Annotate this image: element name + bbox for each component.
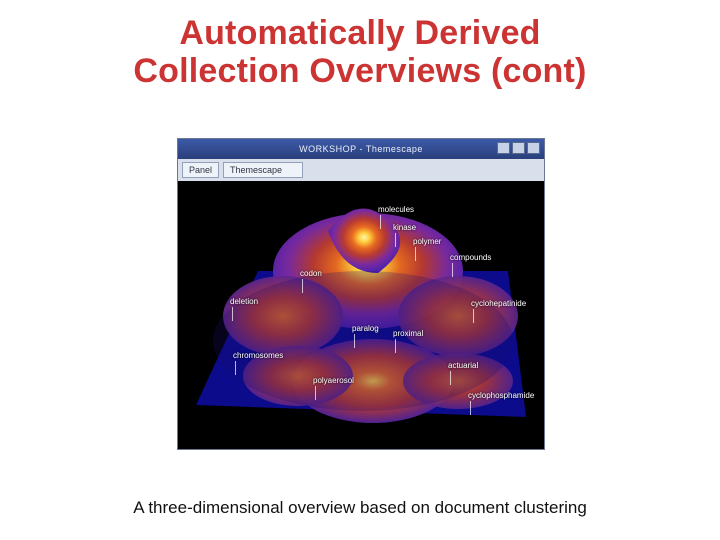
label-leader bbox=[302, 279, 303, 293]
close-icon[interactable] bbox=[527, 142, 540, 154]
label-leader bbox=[395, 339, 396, 353]
floor-shade bbox=[213, 271, 513, 411]
label-leader bbox=[415, 247, 416, 261]
themescape-window: WORKSHOP - Themescape Panel Themescape bbox=[177, 138, 545, 450]
window-titlebar: WORKSHOP - Themescape bbox=[178, 139, 544, 159]
maximize-icon[interactable] bbox=[512, 142, 525, 154]
label-leader bbox=[380, 215, 381, 229]
slide-title: Automatically Derived Collection Overvie… bbox=[0, 14, 720, 90]
label-leader bbox=[452, 263, 453, 277]
label-leader bbox=[395, 233, 396, 247]
slide-caption: A three-dimensional overview based on do… bbox=[0, 498, 720, 518]
panel-button[interactable]: Panel bbox=[182, 162, 219, 178]
minimize-icon[interactable] bbox=[497, 142, 510, 154]
themescape-viewport: moleculeskinasepolymercompoundscodondele… bbox=[178, 181, 544, 449]
label-leader bbox=[232, 307, 233, 321]
label-leader bbox=[470, 401, 471, 415]
themescape-tab[interactable]: Themescape bbox=[223, 162, 303, 178]
window-title: WORKSHOP - Themescape bbox=[299, 144, 423, 154]
title-line-2: Collection Overviews (cont) bbox=[133, 52, 586, 90]
slide: Automatically Derived Collection Overvie… bbox=[0, 0, 720, 540]
title-line-1: Automatically Derived bbox=[179, 14, 540, 52]
label-leader bbox=[354, 334, 355, 348]
window-toolbar: Panel Themescape bbox=[178, 159, 544, 182]
label-leader bbox=[473, 309, 474, 323]
label-leader bbox=[315, 386, 316, 400]
label-leader bbox=[450, 371, 451, 385]
window-control-icons bbox=[497, 142, 540, 154]
label-leader bbox=[235, 361, 236, 375]
